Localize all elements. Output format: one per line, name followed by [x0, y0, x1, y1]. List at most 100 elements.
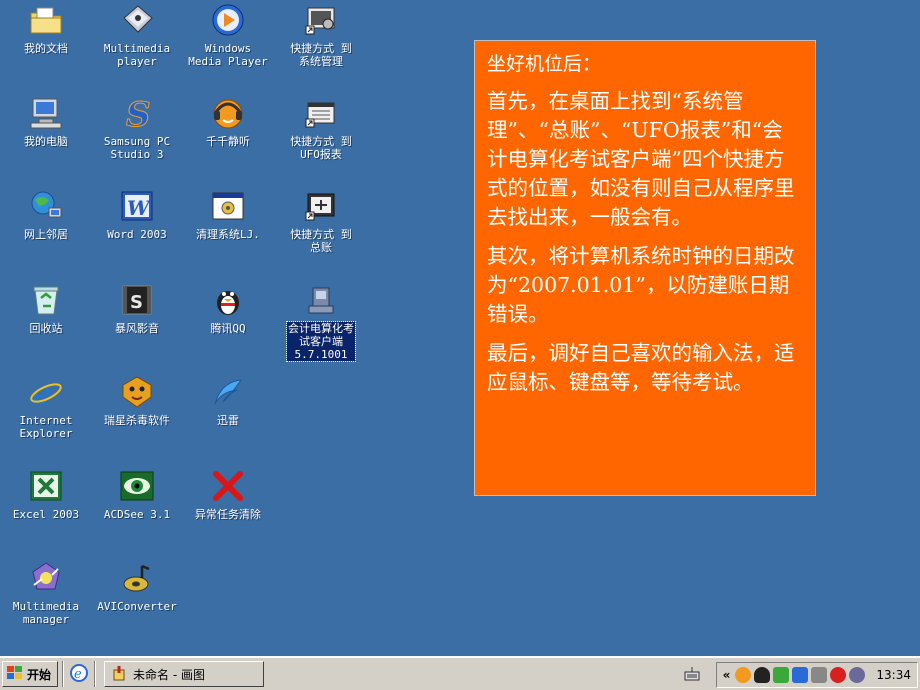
thunder-icon	[210, 374, 246, 410]
windows-logo-icon	[6, 665, 24, 684]
desktop-icon-label: Internet Explorer	[19, 414, 73, 440]
qq-penguin-icon	[210, 282, 246, 318]
desktop-icon-ttplayer[interactable]: 千千静听	[182, 95, 274, 148]
update-tray-icon[interactable]	[849, 667, 866, 683]
excel-icon	[28, 468, 64, 504]
desktop-icon-multimedia-manager[interactable]: Multimedia manager	[0, 560, 92, 626]
desktop-icon-label: Samsung PC Studio 3	[103, 135, 171, 161]
desktop-icon-label: 回收站	[29, 322, 63, 335]
svg-text:W: W	[127, 196, 152, 220]
keyboard-icon[interactable]	[684, 666, 700, 685]
windows-media-player-icon	[210, 2, 246, 38]
note-paragraph-3: 最后，调好自己喜欢的输入法，适应鼠标、键盘等，等待考试。	[487, 341, 795, 394]
avi-converter-icon	[119, 560, 155, 596]
word-icon: W	[119, 188, 155, 224]
task-cleaner-x-icon	[210, 468, 246, 504]
folder-documents-icon	[28, 2, 64, 38]
security-tray-icon[interactable]	[792, 667, 809, 683]
desktop-icon-label: 腾讯QQ	[210, 322, 246, 335]
tray-chevron[interactable]: «	[723, 668, 731, 682]
acdsee-eye-icon	[119, 468, 155, 504]
svg-text:S: S	[130, 292, 143, 313]
internet-explorer-icon: e	[28, 374, 64, 410]
desktop-icon-label: Multimedia manager	[12, 600, 80, 626]
desktop-icon-windows-media-player[interactable]: Windows Media Player	[182, 2, 274, 68]
desktop-icon-samsung-pc-studio[interactable]: S Samsung PC Studio 3	[91, 95, 183, 161]
task-label: 未命名 - 画图	[133, 667, 205, 682]
desktop-icon-exam-client[interactable]: 会计电算化考 试客户端 5.7.1001	[275, 282, 367, 362]
note-paragraph-1: 首先，在桌面上找到“系统管理”、“总账”、“UFO报表”和“会计电算化考试客户端…	[487, 89, 795, 229]
desktop: 我的文档 我的电脑 网上邻居 回收站 e Internet Explorer E…	[0, 0, 920, 656]
desktop-icon-internet-explorer[interactable]: e Internet Explorer	[0, 374, 92, 440]
antivirus-tray-icon[interactable]	[830, 667, 847, 683]
desktop-icon-network[interactable]: 网上邻居	[0, 188, 92, 241]
desktop-icon-recycle-bin[interactable]: 回收站	[0, 282, 92, 335]
start-label: 开始	[27, 667, 52, 682]
desktop-icon-label: Multimedia player	[103, 42, 171, 68]
instruction-note: 坐好机位后： 首先，在桌面上找到“系统管理”、“总账”、“UFO报表”和“会计电…	[474, 40, 816, 496]
desktop-icon-label: 千千静听	[206, 135, 250, 148]
taskbar-separator	[94, 661, 96, 687]
desktop-icon-my-computer[interactable]: 我的电脑	[0, 95, 92, 148]
desktop-icon-cleanup-script[interactable]: 清理系统LJ.	[182, 188, 274, 241]
desktop-icon-task-cleaner[interactable]: 异常任务清除	[182, 468, 274, 521]
recycle-bin-icon	[28, 282, 64, 318]
desktop-icon-label: 快捷方式 到 总账	[290, 228, 352, 254]
desktop-icon-label: 快捷方式 到 系统管理	[290, 42, 352, 68]
svg-text:e: e	[74, 667, 82, 682]
qq-tray-icon[interactable]	[754, 667, 771, 683]
exam-client-icon	[303, 282, 339, 318]
volume-tray-icon[interactable]	[811, 667, 828, 683]
desktop-icon-word[interactable]: W Word 2003	[91, 188, 183, 241]
desktop-icon-label: 异常任务清除	[195, 508, 261, 521]
taskbar: 开始 e 未命名 - 画图 « 13:34	[0, 656, 920, 690]
taskbar-separator	[62, 661, 64, 687]
my-computer-icon	[28, 95, 64, 131]
desktop-icon-label: Windows Media Player	[188, 42, 268, 68]
desktop-icon-ufo-report-shortcut[interactable]: 快捷方式 到 UFO报表	[275, 95, 367, 161]
cleanup-script-icon	[210, 188, 246, 224]
ufo-report-shortcut-icon	[303, 95, 339, 131]
desktop-icon-label: Word 2003	[107, 228, 167, 241]
desktop-icon-avi-converter[interactable]: AVIConverter	[91, 560, 183, 613]
desktop-icon-excel[interactable]: Excel 2003	[0, 468, 92, 521]
media-player-icon	[119, 2, 155, 38]
desktop-icon-label: 网上邻居	[24, 228, 68, 241]
quick-launch-ie[interactable]: e	[68, 663, 90, 685]
desktop-icon-label: ACDSee 3.1	[103, 508, 171, 521]
desktop-icon-acdsee[interactable]: ACDSee 3.1	[91, 468, 183, 521]
desktop-icon-label: 会计电算化考 试客户端 5.7.1001	[286, 321, 356, 362]
ttplayer-tray-icon[interactable]	[735, 667, 752, 683]
network-tray-icon[interactable]	[773, 667, 790, 683]
desktop-icon-label: 暴风影音	[115, 322, 159, 335]
desktop-icon-label: Excel 2003	[12, 508, 80, 521]
internet-explorer-icon: e	[70, 663, 88, 685]
start-button[interactable]: 开始	[2, 661, 58, 687]
desktop-icon-ledger-shortcut[interactable]: 快捷方式 到 总账	[275, 188, 367, 254]
rising-antivirus-icon	[119, 374, 155, 410]
desktop-icon-my-documents[interactable]: 我的文档	[0, 2, 92, 55]
svg-text:S: S	[126, 96, 151, 130]
ttplayer-icon	[210, 95, 246, 131]
ledger-shortcut-icon	[303, 188, 339, 224]
desktop-icon-label: 快捷方式 到 UFO报表	[290, 135, 352, 161]
desktop-icon-storm-player[interactable]: S 暴风影音	[91, 282, 183, 335]
desktop-icon-system-management-shortcut[interactable]: 快捷方式 到 系统管理	[275, 2, 367, 68]
desktop-icon-label: 我的电脑	[24, 135, 68, 148]
desktop-icon-rising-antivirus[interactable]: 瑞星杀毒软件	[91, 374, 183, 427]
system-tray: « 13:34	[715, 662, 918, 688]
desktop-icon-label: 我的文档	[24, 42, 68, 55]
desktop-icon-thunder[interactable]: 迅雷	[182, 374, 274, 427]
system-management-shortcut-icon	[303, 2, 339, 38]
storm-player-icon: S	[119, 282, 155, 318]
desktop-icon-multimedia-player[interactable]: Multimedia player	[91, 2, 183, 68]
desktop-icon-qq[interactable]: 腾讯QQ	[182, 282, 274, 335]
clock[interactable]: 13:34	[876, 668, 911, 682]
samsung-pc-studio-icon: S	[119, 95, 155, 131]
desktop-icon-label: AVIConverter	[97, 600, 177, 613]
note-heading: 坐好机位后：	[487, 53, 602, 75]
note-paragraph-2: 其次，将计算机系统时钟的日期改为“2007.01.01”，以防建账日期错误。	[487, 244, 795, 326]
desktop-icon-label: 迅雷	[217, 414, 239, 427]
paint-brush-icon	[111, 665, 127, 684]
taskbar-button-paint[interactable]: 未命名 - 画图	[104, 661, 264, 687]
